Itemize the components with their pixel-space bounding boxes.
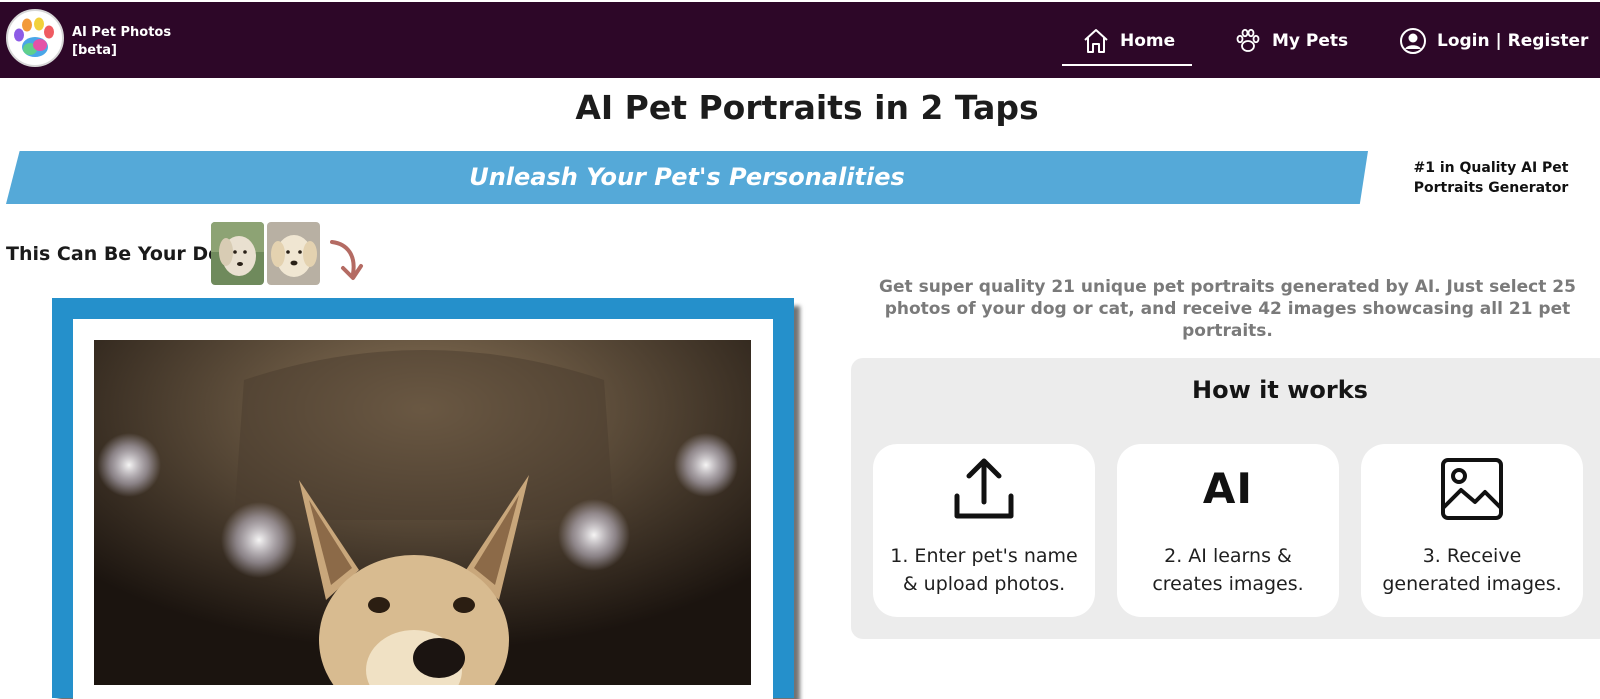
intro-description: Get super quality 21 unique pet portrait… xyxy=(879,277,1576,341)
ai-icon: AI xyxy=(1117,454,1339,524)
image-icon xyxy=(1361,454,1583,524)
quality-badge: #1 in Quality AI Pet Portraits Generator xyxy=(1413,160,1569,196)
dog-thumbnail[interactable] xyxy=(267,222,320,285)
your-dog-label: This Can Be Your Dog xyxy=(6,243,235,265)
brand-beta-tag: [beta] xyxy=(72,43,117,58)
active-tab-indicator xyxy=(1062,64,1192,66)
how-it-works-title: How it works xyxy=(1192,376,1368,404)
banner-text: Unleash Your Pet's Personalities xyxy=(469,163,905,191)
user-circle-icon xyxy=(1400,28,1426,54)
nav-login-label: Login | Register xyxy=(1437,31,1589,51)
dog-portrait-image xyxy=(94,340,751,685)
nav-login-register-link[interactable]: Login | Register xyxy=(1399,26,1588,56)
step-card-receive: 3. Receive generated images. xyxy=(1361,444,1583,617)
nav-home-link[interactable]: Home xyxy=(1082,26,1175,56)
brand-name[interactable]: AI Pet Photos [beta] xyxy=(72,24,171,60)
how-it-works-panel: How it works 1. Enter pet's name & uploa… xyxy=(851,358,1600,639)
top-navbar: AI Pet Photos [beta] Home My Pets Login … xyxy=(0,0,1600,78)
step-card-upload: 1. Enter pet's name & upload photos. xyxy=(873,444,1095,617)
upload-icon xyxy=(873,454,1095,524)
dog-thumbnail[interactable] xyxy=(211,222,264,285)
brand-title: AI Pet Photos xyxy=(72,25,172,40)
step-text: 2. AI learns & creates images. xyxy=(1152,545,1304,595)
step-card-ai: AI 2. AI learns & creates images. xyxy=(1117,444,1339,617)
home-icon xyxy=(1084,29,1108,53)
nav-home-label: Home xyxy=(1120,31,1176,51)
step-text: 1. Enter pet's name & upload photos. xyxy=(890,545,1078,595)
paw-logo-icon[interactable] xyxy=(6,9,64,67)
curved-arrow-icon xyxy=(326,238,368,288)
nav-my-pets-label: My Pets xyxy=(1272,31,1349,51)
tagline-banner: Unleash Your Pet's Personalities xyxy=(6,151,1368,204)
paw-icon xyxy=(1236,28,1260,52)
ai-glyph: AI xyxy=(1202,464,1254,513)
nav-my-pets-link[interactable]: My Pets xyxy=(1234,26,1348,56)
step-text: 3. Receive generated images. xyxy=(1382,545,1562,595)
page-title: AI Pet Portraits in 2 Taps xyxy=(575,88,1039,127)
